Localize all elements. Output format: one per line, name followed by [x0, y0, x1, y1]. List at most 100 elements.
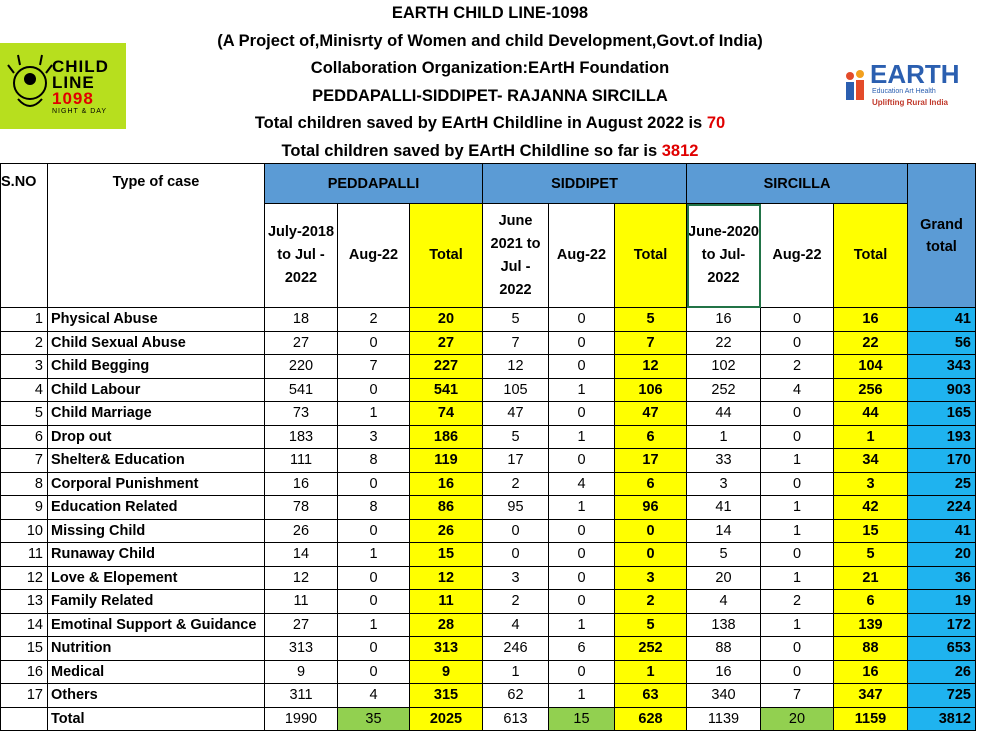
peddapalli-aug-cell[interactable]: 8 [337, 448, 410, 473]
peddapalli-total-cell[interactable]: 20 [409, 307, 483, 332]
sno-cell[interactable]: 12 [0, 565, 48, 590]
sno-cell[interactable]: 1 [0, 307, 48, 332]
siddipet-aug-cell[interactable]: 1 [548, 683, 615, 708]
sircilla-period-cell[interactable]: 1 [686, 424, 761, 449]
peddapalli-total-cell[interactable]: 28 [409, 612, 483, 637]
sircilla-aug-cell[interactable]: 0 [760, 424, 834, 449]
grand-total-cell[interactable]: 165 [907, 401, 976, 426]
peddapalli-aug-cell[interactable]: 0 [337, 518, 410, 543]
sircilla-period-cell[interactable]: 138 [686, 612, 761, 637]
grand-total-cell[interactable]: 41 [907, 307, 976, 332]
sircilla-total-cell[interactable]: 34 [833, 448, 908, 473]
peddapalli-aug-cell[interactable]: 1 [337, 542, 410, 567]
siddipet-total-cell[interactable]: 0 [614, 518, 687, 543]
siddipet-total-header[interactable]: Total [614, 203, 687, 308]
peddapalli-aug-cell[interactable]: 2 [337, 307, 410, 332]
siddipet-total-cell[interactable]: 6 [614, 471, 687, 496]
peddapalli-aug-cell[interactable]: 0 [337, 636, 410, 661]
siddipet-period-cell[interactable]: 0 [482, 518, 549, 543]
peddapalli-total-cell[interactable]: 86 [409, 495, 483, 520]
case-type-cell[interactable]: Others [47, 683, 265, 708]
sircilla-aug-cell[interactable]: 4 [760, 377, 834, 402]
sircilla-aug-cell[interactable]: 1 [760, 612, 834, 637]
total-sircilla-period[interactable]: 1139 [686, 706, 761, 731]
siddipet-aug-cell[interactable]: 1 [548, 377, 615, 402]
sircilla-period-header[interactable]: June-2020 to Jul-2022 [686, 203, 761, 308]
siddipet-period-cell[interactable]: 95 [482, 495, 549, 520]
grand-total-cell[interactable]: 26 [907, 659, 976, 684]
sircilla-header[interactable]: SIRCILLA [686, 163, 908, 204]
case-type-cell[interactable]: Emotinal Support & Guidance [47, 612, 265, 637]
peddapalli-period-cell[interactable]: 16 [264, 471, 338, 496]
peddapalli-aug-cell[interactable]: 8 [337, 495, 410, 520]
sno-cell[interactable]: 8 [0, 471, 48, 496]
siddipet-total-cell[interactable]: 63 [614, 683, 687, 708]
total-sno-cell[interactable] [0, 706, 48, 731]
sircilla-period-cell[interactable]: 16 [686, 307, 761, 332]
peddapalli-period-cell[interactable]: 311 [264, 683, 338, 708]
sircilla-total-cell[interactable]: 44 [833, 401, 908, 426]
siddipet-aug-cell[interactable]: 0 [548, 589, 615, 614]
sircilla-total-cell[interactable]: 347 [833, 683, 908, 708]
sno-cell[interactable]: 3 [0, 354, 48, 379]
sircilla-period-cell[interactable]: 252 [686, 377, 761, 402]
case-type-cell[interactable]: Shelter& Education [47, 448, 265, 473]
peddapalli-aug-cell[interactable]: 1 [337, 401, 410, 426]
siddipet-period-cell[interactable]: 246 [482, 636, 549, 661]
sircilla-aug-cell[interactable]: 0 [760, 307, 834, 332]
peddapalli-total-cell[interactable]: 315 [409, 683, 483, 708]
siddipet-period-cell[interactable]: 12 [482, 354, 549, 379]
siddipet-period-cell[interactable]: 0 [482, 542, 549, 567]
peddapalli-total-cell[interactable]: 119 [409, 448, 483, 473]
siddipet-aug-cell[interactable]: 0 [548, 354, 615, 379]
sircilla-period-cell[interactable]: 44 [686, 401, 761, 426]
siddipet-total-cell[interactable]: 2 [614, 589, 687, 614]
siddipet-aug-cell[interactable]: 0 [548, 565, 615, 590]
sircilla-total-cell[interactable]: 3 [833, 471, 908, 496]
sircilla-aug-cell[interactable]: 0 [760, 401, 834, 426]
sircilla-aug-cell[interactable]: 0 [760, 659, 834, 684]
sircilla-total-cell[interactable]: 16 [833, 659, 908, 684]
sircilla-period-cell[interactable]: 102 [686, 354, 761, 379]
total-siddipet-period[interactable]: 613 [482, 706, 549, 731]
sircilla-period-cell[interactable]: 3 [686, 471, 761, 496]
siddipet-total-cell[interactable]: 3 [614, 565, 687, 590]
sircilla-total-cell[interactable]: 139 [833, 612, 908, 637]
siddipet-total-cell[interactable]: 106 [614, 377, 687, 402]
sno-cell[interactable]: 2 [0, 330, 48, 355]
peddapalli-header[interactable]: PEDDAPALLI [264, 163, 483, 204]
sircilla-period-cell[interactable]: 88 [686, 636, 761, 661]
peddapalli-aug-cell[interactable]: 0 [337, 377, 410, 402]
peddapalli-total-cell[interactable]: 541 [409, 377, 483, 402]
total-siddipet-total[interactable]: 628 [614, 706, 687, 731]
peddapalli-total-cell[interactable]: 26 [409, 518, 483, 543]
sno-cell[interactable]: 17 [0, 683, 48, 708]
grand-total-cell[interactable]: 41 [907, 518, 976, 543]
peddapalli-period-cell[interactable]: 11 [264, 589, 338, 614]
sno-cell[interactable]: 14 [0, 612, 48, 637]
peddapalli-total-cell[interactable]: 15 [409, 542, 483, 567]
type-header[interactable]: Type of case [47, 163, 265, 308]
sircilla-aug-cell[interactable]: 0 [760, 330, 834, 355]
case-type-cell[interactable]: Missing Child [47, 518, 265, 543]
peddapalli-period-cell[interactable]: 27 [264, 612, 338, 637]
siddipet-period-cell[interactable]: 5 [482, 424, 549, 449]
sircilla-aug-cell[interactable]: 2 [760, 589, 834, 614]
sircilla-period-cell[interactable]: 340 [686, 683, 761, 708]
sircilla-aug-cell[interactable]: 1 [760, 565, 834, 590]
siddipet-period-cell[interactable]: 5 [482, 307, 549, 332]
grand-total-cell[interactable]: 25 [907, 471, 976, 496]
peddapalli-total-header[interactable]: Total [409, 203, 483, 308]
siddipet-period-cell[interactable]: 17 [482, 448, 549, 473]
siddipet-aug-cell[interactable]: 4 [548, 471, 615, 496]
grand-total-cell[interactable]: 20 [907, 542, 976, 567]
siddipet-aug-header[interactable]: Aug-22 [548, 203, 615, 308]
sircilla-period-cell[interactable]: 41 [686, 495, 761, 520]
peddapalli-aug-cell[interactable]: 4 [337, 683, 410, 708]
case-type-cell[interactable]: Drop out [47, 424, 265, 449]
sircilla-aug-cell[interactable]: 1 [760, 448, 834, 473]
sno-cell[interactable]: 6 [0, 424, 48, 449]
total-peddapalli-aug[interactable]: 35 [337, 706, 410, 731]
siddipet-period-cell[interactable]: 4 [482, 612, 549, 637]
siddipet-aug-cell[interactable]: 0 [548, 401, 615, 426]
